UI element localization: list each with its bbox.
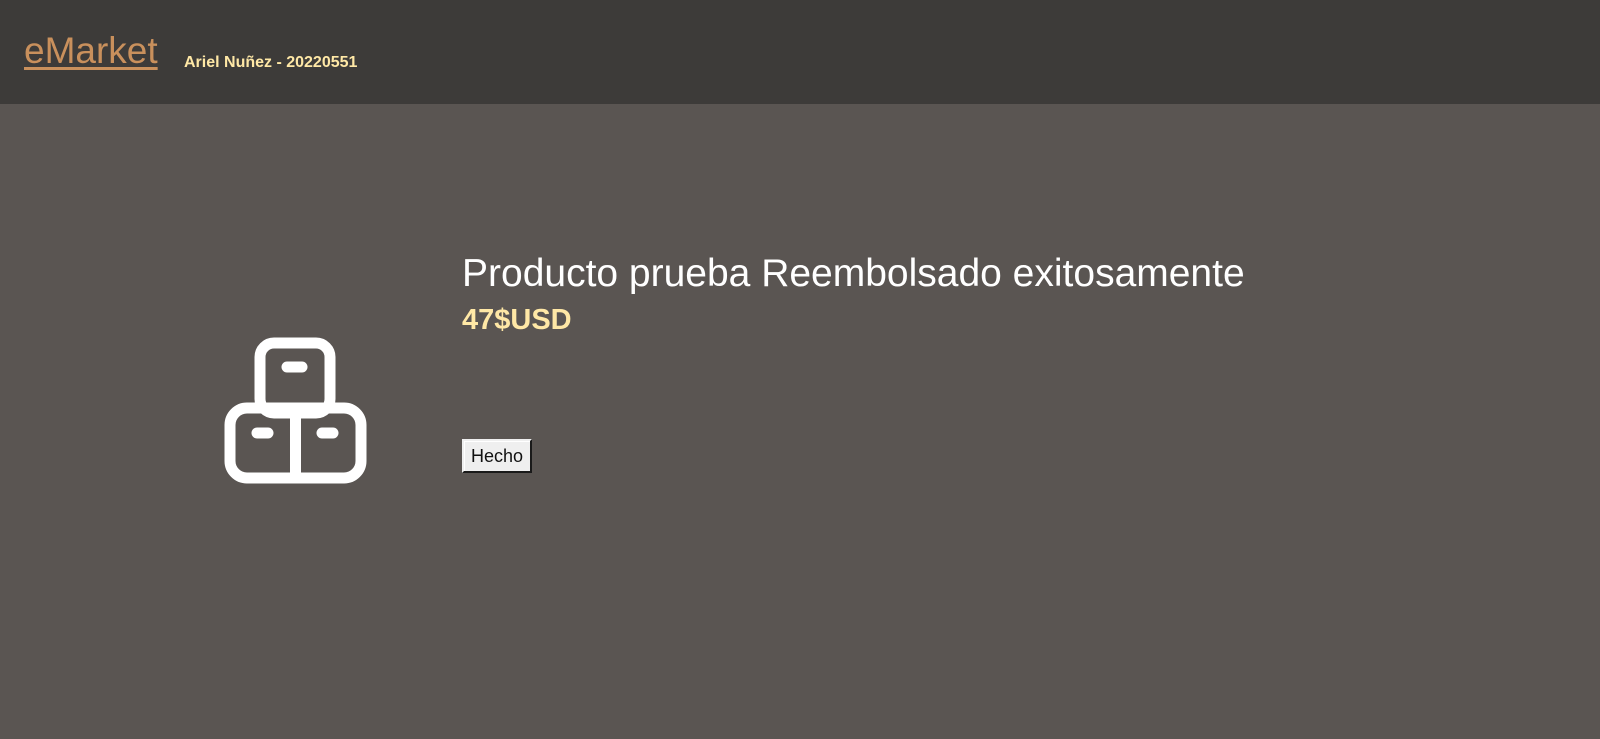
top-header: eMarket Ariel Nuñez - 20220551	[0, 0, 1600, 104]
author-label: Ariel Nuñez - 20220551	[184, 54, 358, 71]
product-price: 47$USD	[462, 304, 572, 336]
refund-title: Producto prueba Reembolsado exitosamente	[462, 252, 1245, 295]
done-button[interactable]: Hecho	[462, 439, 533, 473]
boxes-icon	[224, 337, 367, 484]
brand-link[interactable]: eMarket	[24, 29, 158, 73]
refund-confirmation: Producto prueba Reembolsado exitosamente…	[0, 104, 1600, 739]
